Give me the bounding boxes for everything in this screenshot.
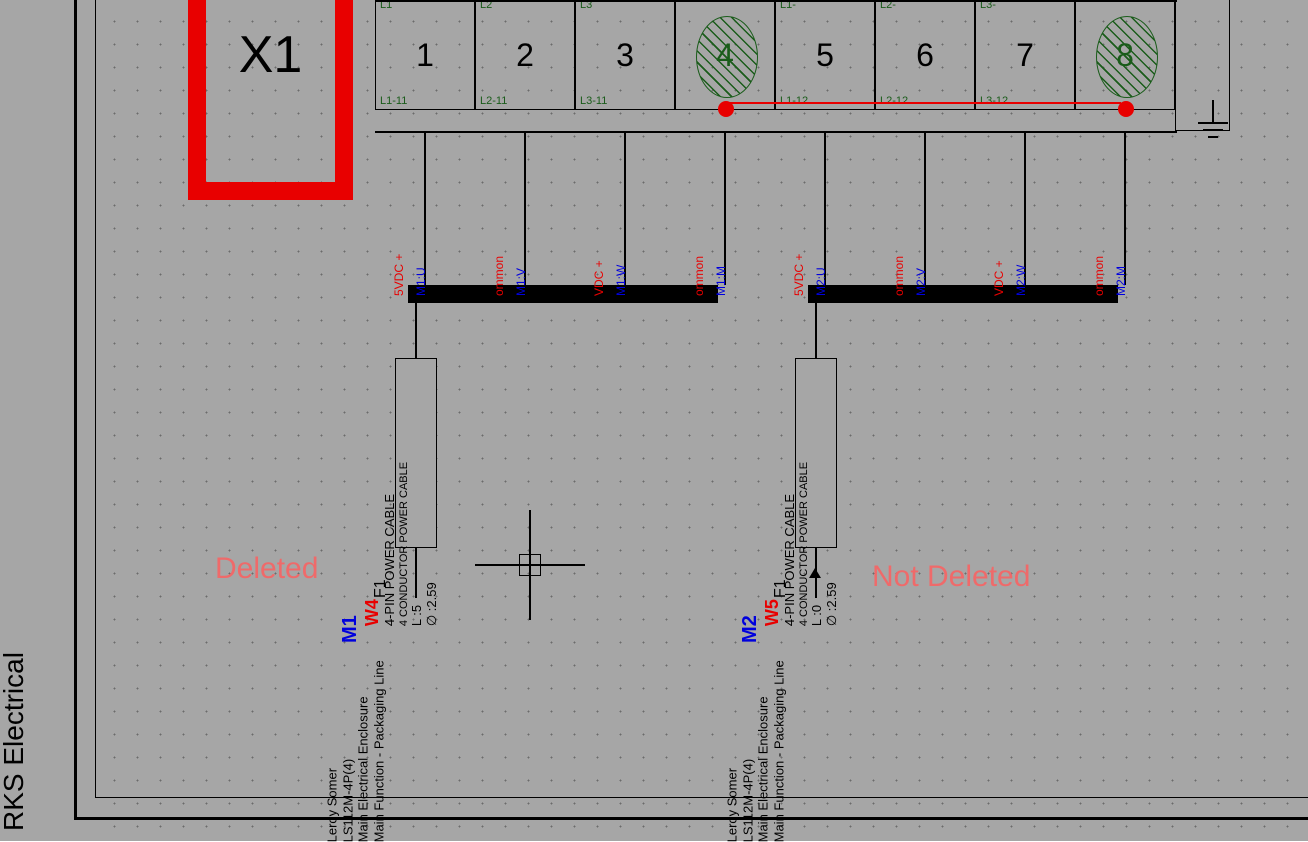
drop-wire-3 (624, 131, 626, 285)
terminal-bottom-label: L1-12 (780, 95, 808, 107)
wire-label-blue: M2:M (1114, 266, 1128, 296)
terminal-number: 1 (416, 37, 434, 74)
wire-label-blue: M2:V (914, 268, 928, 296)
cable-left-f1: F1 (372, 579, 390, 598)
motor-desig-m1: M1 (339, 615, 362, 643)
wire-label-red: 5VDC + (792, 254, 806, 296)
terminal-number: 8 (1116, 37, 1134, 74)
wire-label-blue: M2:U (814, 267, 828, 296)
wire-label-red: VDC + (992, 260, 1006, 296)
cable-stem-left (415, 303, 417, 358)
cursor-crosshair-icon (475, 510, 585, 620)
terminal-number: 4 (716, 37, 734, 74)
terminal-number: 5 (816, 37, 834, 74)
terminal-bottom-label: L1-11 (380, 95, 407, 107)
connector-bar-right[interactable] (808, 285, 1118, 303)
annotation-not-deleted: Not Deleted (872, 560, 1030, 594)
drop-wire-2 (524, 131, 526, 285)
wire-label-red: ommon (492, 256, 506, 296)
terminal-bottom-label: L2-11 (480, 95, 507, 107)
drop-wire-6 (924, 131, 926, 285)
wire-label-red: ommon (892, 256, 906, 296)
terminal-number: 3 (616, 37, 634, 74)
wire-label-red: ommon (692, 256, 706, 296)
wire-label-blue: M2:W (1014, 265, 1028, 296)
terminal-number: 7 (1016, 37, 1034, 74)
terminal-bottom-label: L3-11 (580, 95, 607, 107)
wire-label-red: ommon (1092, 256, 1106, 296)
terminal-bottom-label: L3-12 (980, 95, 1008, 107)
terminal-number: 6 (916, 37, 934, 74)
terminal-cell-1[interactable]: 1L1L1-11 (375, 0, 475, 110)
cable-tail-left (415, 548, 417, 598)
ground-symbol-icon (1198, 100, 1228, 140)
drop-wire-1 (424, 131, 426, 285)
drawing-canvas[interactable]: RKS Electrical X1 1L1L1-112L2L2-113L3L3-… (0, 0, 1308, 841)
cable-right-f1: F1 (772, 579, 790, 598)
terminal-block-x1[interactable]: X1 (188, 0, 353, 200)
terminal-cell-8[interactable]: 8 (1075, 0, 1175, 110)
wire-label-red: 5VDC + (392, 254, 406, 296)
wire-label-blue: M1:W (614, 265, 628, 296)
motor-desig-m2: M2 (739, 615, 762, 643)
cable-stem-right (815, 303, 817, 358)
cable-w4-text: W4 4-PIN POWER CABLE 4 CONDUCTOR POWER C… (362, 462, 440, 626)
terminal-cell-6[interactable]: 6L2-L2-12 (875, 0, 975, 110)
app-title-sidebar: RKS Electrical (0, 652, 30, 831)
wire-label-red: VDC + (592, 260, 606, 296)
annotation-deleted: Deleted (215, 552, 318, 586)
terminal-topline (375, 0, 1177, 2)
terminal-cell-4[interactable]: 4 (675, 0, 775, 110)
wire-label-blue: M1:U (414, 267, 428, 296)
terminal-cell-7[interactable]: 7L3-L3-12 (975, 0, 1075, 110)
arrow-into-w5 (809, 568, 821, 578)
motor-m2-info: Leroy Somer LS112M-4P(4) Main Electrical… (725, 660, 787, 842)
red-link-wire (723, 102, 1121, 104)
terminal-baseline (375, 131, 1177, 133)
drop-wire-8 (1124, 131, 1126, 285)
drop-wire-4 (724, 131, 726, 285)
wire-label-blue: M1:V (514, 268, 528, 296)
wire-label-blue: M1:M (714, 266, 728, 296)
drop-wire-5 (824, 131, 826, 285)
motor-m1-info: Leroy Somer LS112M-4P(4) Main Electrical… (325, 660, 387, 842)
terminal-strip: 1L1L1-112L2L2-113L3L3-1145L1-L1-126L2-L2… (375, 0, 1175, 110)
terminal-number: 2 (516, 37, 534, 74)
terminal-cell-2[interactable]: 2L2L2-11 (475, 0, 575, 110)
cable-w5-text: W5 4-PIN POWER CABLE 4 CONDUCTOR POWER C… (762, 462, 840, 626)
drop-wire-7 (1024, 131, 1026, 285)
terminal-bottom-label: L2-12 (880, 95, 908, 107)
terminal-cell-3[interactable]: 3L3L3-11 (575, 0, 675, 110)
terminal-cell-5[interactable]: 5L1-L1-12 (775, 0, 875, 110)
connector-bar-left[interactable] (408, 285, 718, 303)
terminal-block-label: X1 (239, 25, 303, 85)
